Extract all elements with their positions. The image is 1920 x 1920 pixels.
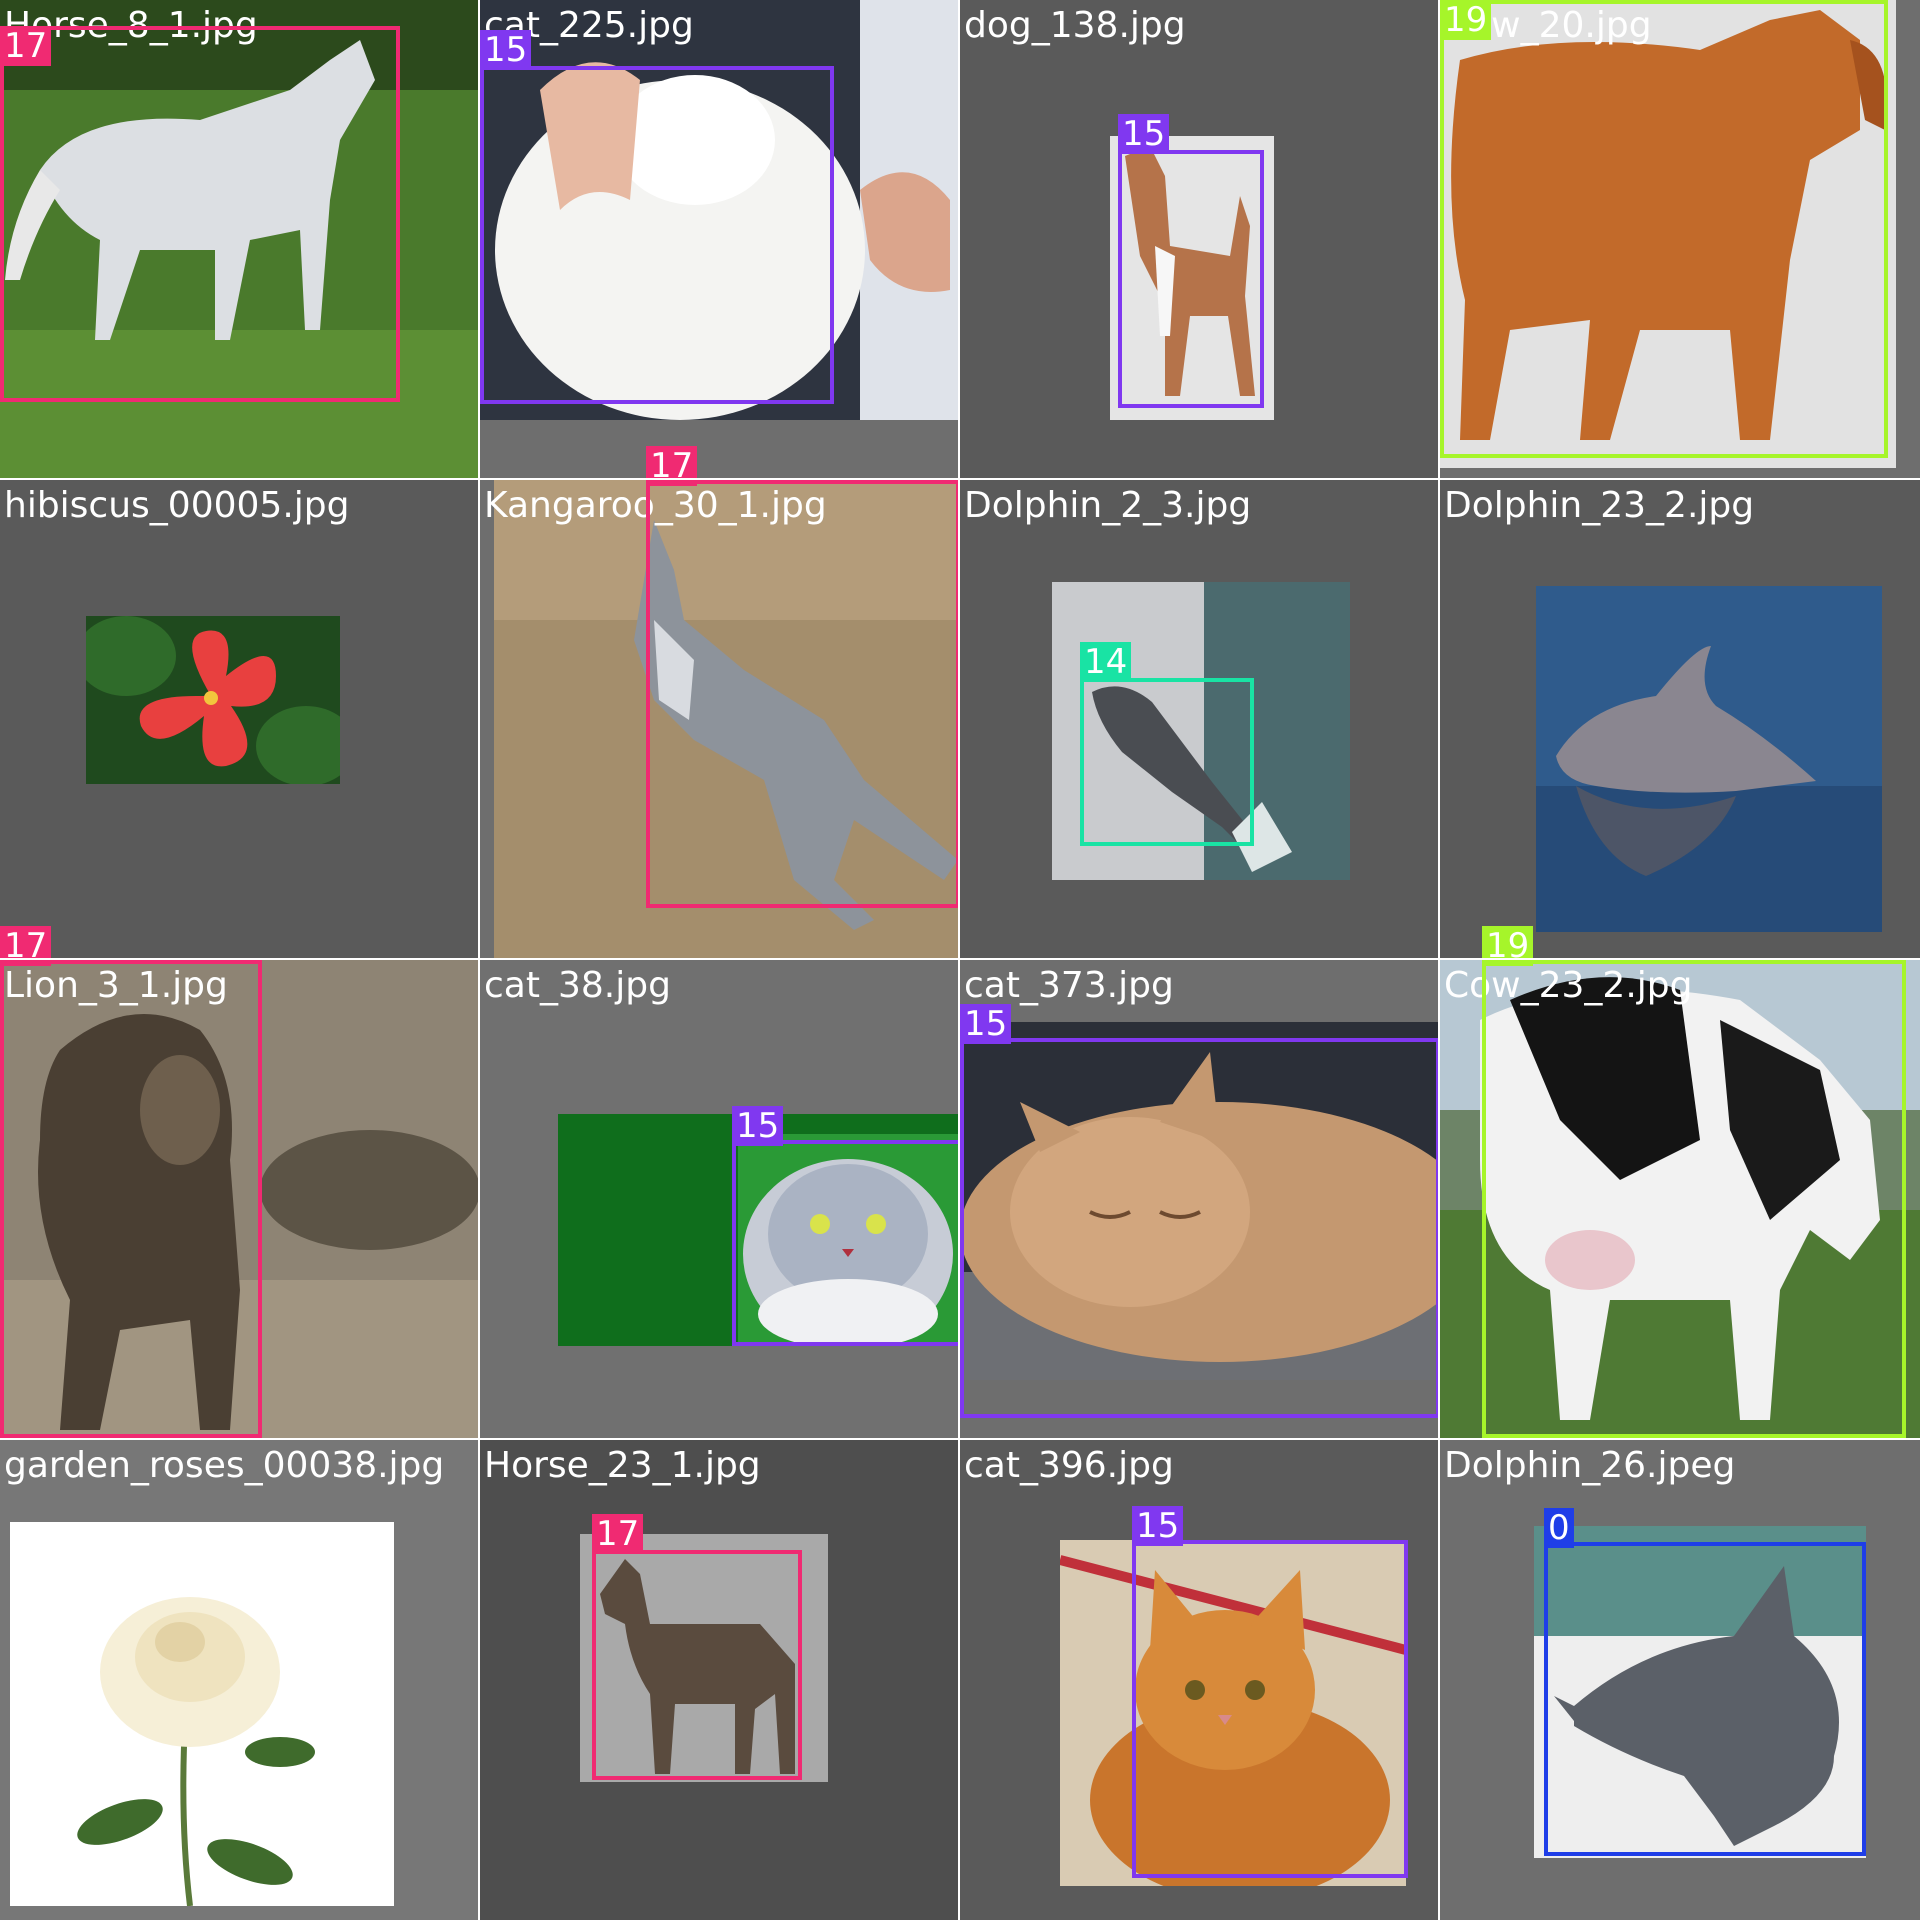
class-label-badge: 15 [1118, 114, 1170, 154]
mosaic-tile [0, 1440, 478, 1920]
tile-filename: hibiscus_00005.jpg [4, 485, 350, 526]
tile-filename: dog_138.jpg [964, 5, 1186, 46]
mosaic-tile [1440, 480, 1920, 958]
class-label-badge: 17 [646, 446, 698, 486]
bounding-box [592, 1550, 802, 1780]
hibiscus-photo [86, 616, 340, 784]
tile-filename: Dolphin_26.jpeg [1444, 1445, 1736, 1486]
tile-filename: garden_roses_00038.jpg [4, 1445, 445, 1486]
grid-divider [0, 478, 1920, 480]
class-label-badge: 15 [1132, 1506, 1184, 1546]
mosaic-tile [0, 480, 478, 958]
bounding-box [1132, 1540, 1408, 1878]
tile-filename: cat_396.jpg [964, 1445, 1174, 1486]
class-label-badge: 17 [592, 1514, 644, 1554]
grid-divider [1438, 0, 1440, 1920]
bounding-box [732, 1140, 962, 1346]
class-label-badge: 14 [1080, 642, 1132, 682]
grid-divider [0, 1438, 1920, 1440]
mosaic-grid: Horse_8_1.jpg cat_225.jpg dog_138.jpg Co… [0, 0, 1920, 1920]
grid-divider [478, 0, 480, 1920]
tile-filename: cat_373.jpg [964, 965, 1174, 1006]
class-label-badge: 17 [0, 26, 52, 66]
bounding-box [1440, 0, 1888, 458]
class-label-badge: 17 [0, 926, 52, 966]
bounding-box [1080, 678, 1254, 846]
class-label-badge: 15 [732, 1106, 784, 1146]
bounding-box [646, 480, 960, 908]
bounding-box [1482, 960, 1906, 1438]
bounding-box [0, 26, 400, 402]
grid-divider [0, 958, 1920, 960]
class-label-badge: 15 [480, 30, 532, 70]
bounding-box [480, 66, 834, 404]
class-label-badge: 19 [1440, 0, 1492, 40]
dolphin-photo [1536, 586, 1882, 932]
rose-photo [10, 1522, 394, 1906]
bounding-box [1118, 150, 1264, 408]
tile-filename: Dolphin_2_3.jpg [964, 485, 1252, 526]
tile-filename: Horse_23_1.jpg [484, 1445, 761, 1486]
tile-filename: Dolphin_23_2.jpg [1444, 485, 1755, 526]
bounding-box [1544, 1542, 1866, 1856]
bounding-box [0, 960, 262, 1438]
class-label-badge: 19 [1482, 926, 1534, 966]
grid-divider [958, 0, 960, 1920]
bounding-box [960, 1038, 1440, 1418]
class-label-badge: 15 [960, 1004, 1012, 1044]
tile-filename: cat_38.jpg [484, 965, 671, 1006]
class-label-badge: 0 [1544, 1508, 1574, 1548]
